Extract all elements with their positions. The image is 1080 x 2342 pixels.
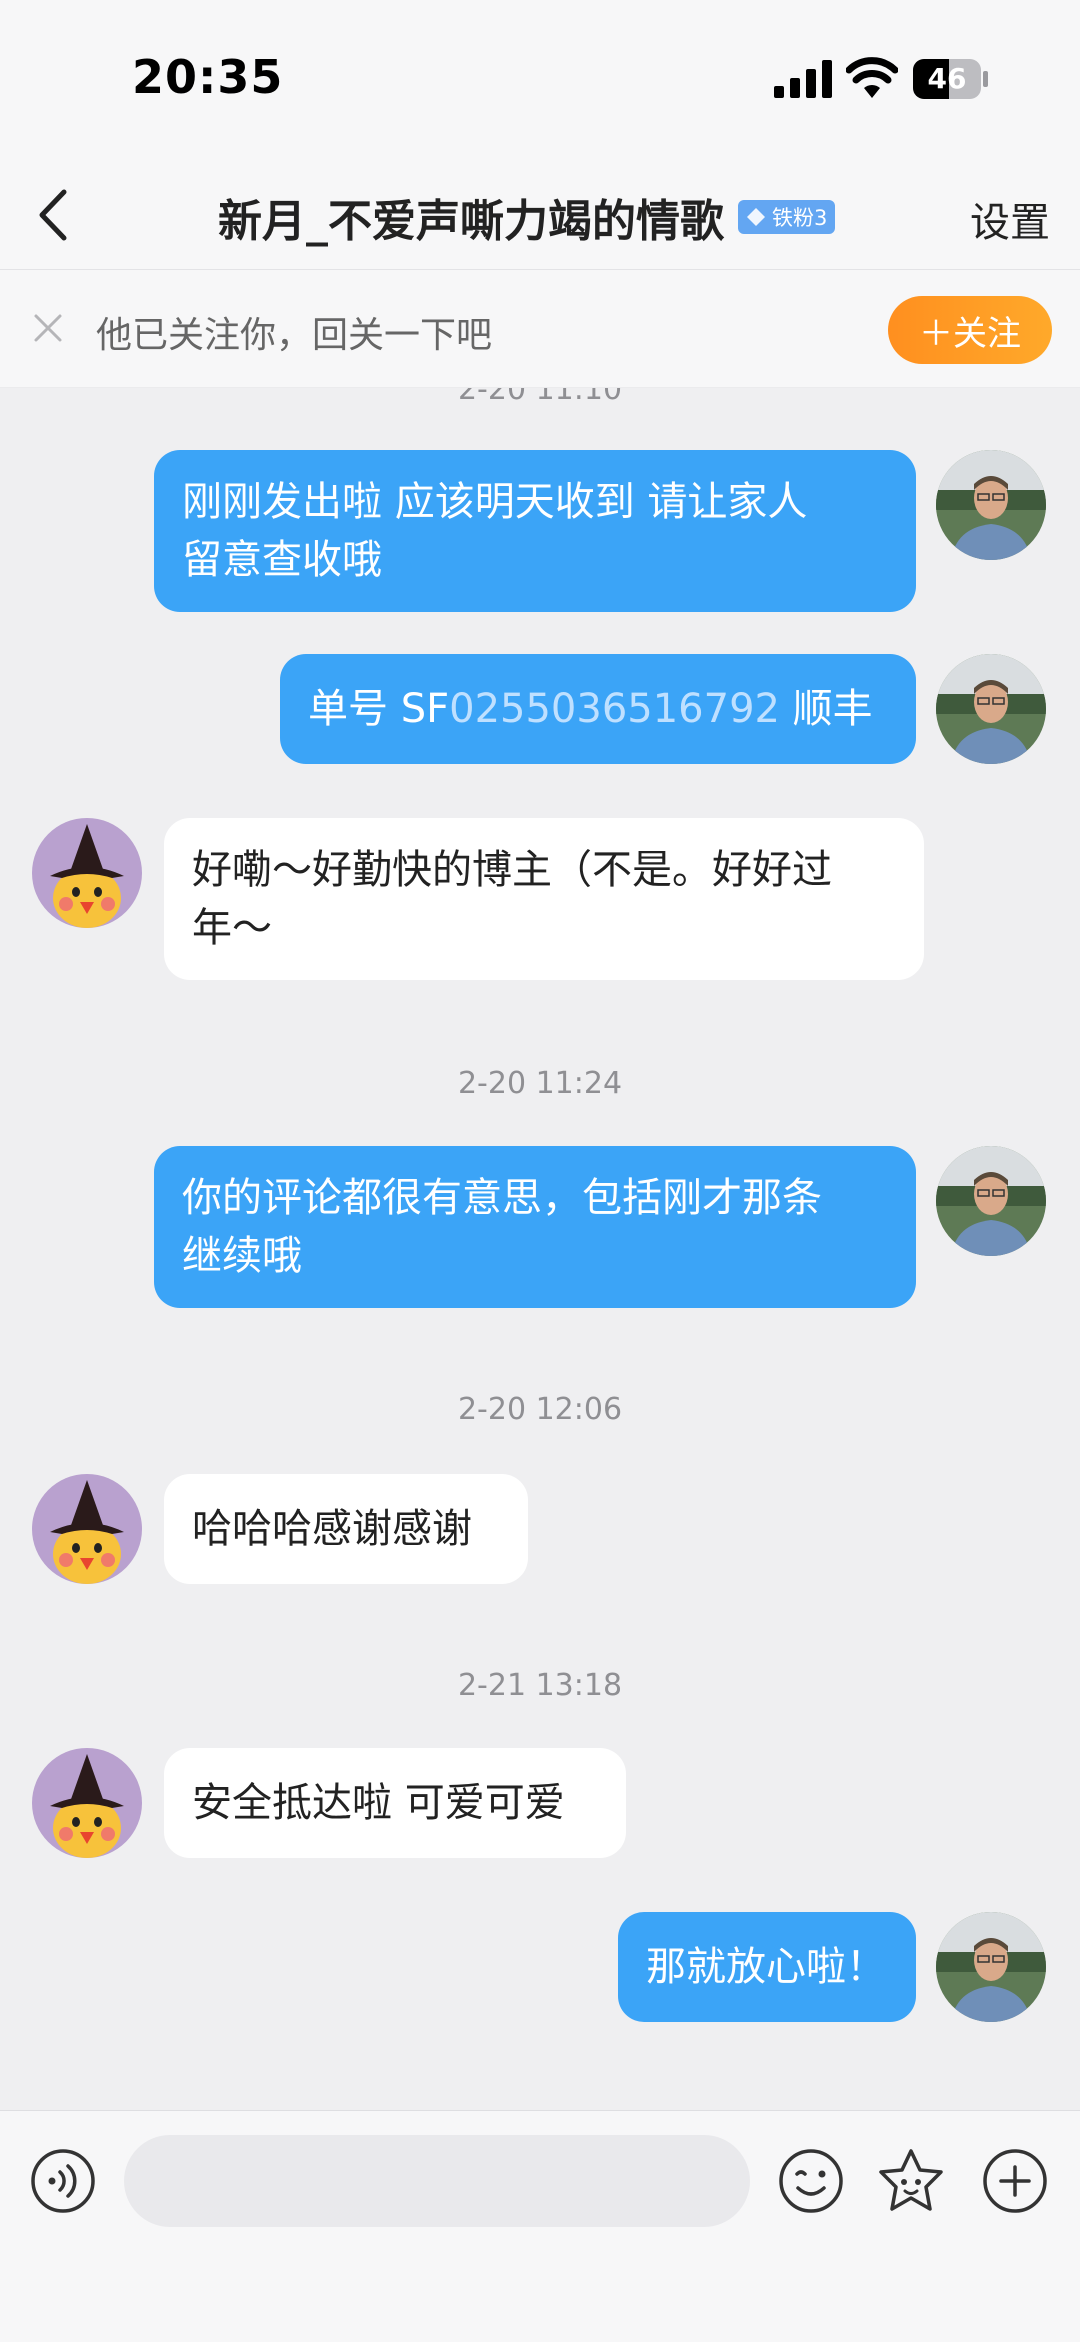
- message-text: 那就放心啦！: [646, 1944, 886, 1990]
- message-text: 单号 SF0255036516792 顺丰: [308, 680, 873, 738]
- follow-button[interactable]: ＋关注: [888, 296, 1052, 364]
- outgoing-message[interactable]: 单号 SF0255036516792 顺丰: [280, 654, 916, 764]
- contact-avatar[interactable]: [32, 1748, 142, 1858]
- title-group: 新月_不爱声嘶力竭的情歌 铁粉3: [218, 182, 836, 252]
- battery-level: 46: [927, 62, 967, 95]
- settings-button[interactable]: 设置: [970, 190, 1050, 248]
- message-input-bar: [0, 2110, 1080, 2342]
- outgoing-message[interactable]: 你的评论都很有意思，包括刚才那条 继续哦: [154, 1146, 916, 1308]
- diamond-icon: [747, 208, 765, 226]
- plus-icon[interactable]: [982, 2148, 1048, 2214]
- status-bar: 20:35 46: [0, 0, 1080, 160]
- message-line: 留意查收哦: [182, 537, 382, 583]
- cellular-signal-icon: [774, 60, 832, 98]
- chick-witch-avatar-icon: [32, 818, 142, 928]
- emoji-icon[interactable]: [778, 2148, 844, 2214]
- chat-header: 新月_不爱声嘶力竭的情歌 铁粉3 设置: [0, 160, 1080, 270]
- contact-name: 新月_不爱声嘶力竭的情歌: [218, 196, 724, 247]
- incoming-message[interactable]: 哈哈哈感谢感谢: [164, 1474, 528, 1584]
- person-avatar-icon: [936, 654, 1046, 764]
- contact-avatar[interactable]: [32, 1474, 142, 1584]
- sticker-icon[interactable]: [876, 2146, 946, 2216]
- chick-witch-avatar-icon: [32, 1748, 142, 1858]
- fan-badge-label: 铁粉3: [772, 206, 828, 230]
- my-avatar[interactable]: [936, 1912, 1046, 2022]
- chick-witch-avatar-icon: [32, 1474, 142, 1584]
- tracking-number-link[interactable]: 0255036516792: [449, 686, 780, 732]
- person-avatar-icon: [936, 450, 1046, 560]
- message-line: 好嘞～好勤快的博主（不是。好好过: [192, 847, 832, 893]
- my-avatar[interactable]: [936, 654, 1046, 764]
- incoming-message[interactable]: 好嘞～好勤快的博主（不是。好好过 年～: [164, 818, 924, 980]
- outgoing-message[interactable]: 刚刚发出啦 应该明天收到 请让家人 留意查收哦: [154, 450, 916, 612]
- incoming-message[interactable]: 安全抵达啦 可爱可爱: [164, 1748, 626, 1858]
- follow-back-text: 他已关注你，回关一下吧: [96, 315, 493, 356]
- my-avatar[interactable]: [936, 1146, 1046, 1256]
- wifi-icon: [846, 57, 898, 98]
- contact-avatar[interactable]: [32, 818, 142, 928]
- message-text: 好嘞～好勤快的博主（不是。好好过 年～: [192, 841, 832, 957]
- message-line: 你的评论都很有意思，包括刚才那条: [182, 1175, 822, 1221]
- fan-level-badge: 铁粉3: [738, 200, 836, 234]
- message-text: 刚刚发出啦 应该明天收到 请让家人 留意查收哦: [182, 473, 807, 589]
- tracking-prefix: 单号 SF: [308, 686, 450, 732]
- back-chevron-icon[interactable]: [30, 180, 80, 250]
- message-text: 你的评论都很有意思，包括刚才那条 继续哦: [182, 1169, 822, 1285]
- message-line: 刚刚发出啦 应该明天收到 请让家人: [182, 479, 808, 525]
- timestamp: 2-20 11:24: [457, 1066, 623, 1101]
- follow-back-banner: 他已关注你，回关一下吧 ＋关注: [0, 270, 1080, 388]
- outgoing-message[interactable]: 那就放心啦！: [618, 1912, 916, 2022]
- message-text: 安全抵达啦 可爱可爱: [192, 1780, 565, 1826]
- message-input[interactable]: [124, 2135, 750, 2227]
- person-avatar-icon: [936, 1912, 1046, 2022]
- my-avatar[interactable]: [936, 450, 1046, 560]
- close-icon[interactable]: [28, 308, 68, 348]
- status-time: 20:35: [132, 50, 284, 104]
- battery-icon: 46: [912, 58, 990, 100]
- message-text: 哈哈哈感谢感谢: [192, 1506, 472, 1552]
- voice-icon[interactable]: [30, 2148, 96, 2214]
- timestamp: 2-21 13:18: [457, 1668, 623, 1703]
- message-line: 年～: [192, 905, 272, 951]
- person-avatar-icon: [936, 1146, 1046, 1256]
- timestamp: 2-20 12:06: [457, 1392, 623, 1427]
- message-line: 继续哦: [182, 1233, 302, 1279]
- tracking-suffix: 顺丰: [779, 686, 873, 732]
